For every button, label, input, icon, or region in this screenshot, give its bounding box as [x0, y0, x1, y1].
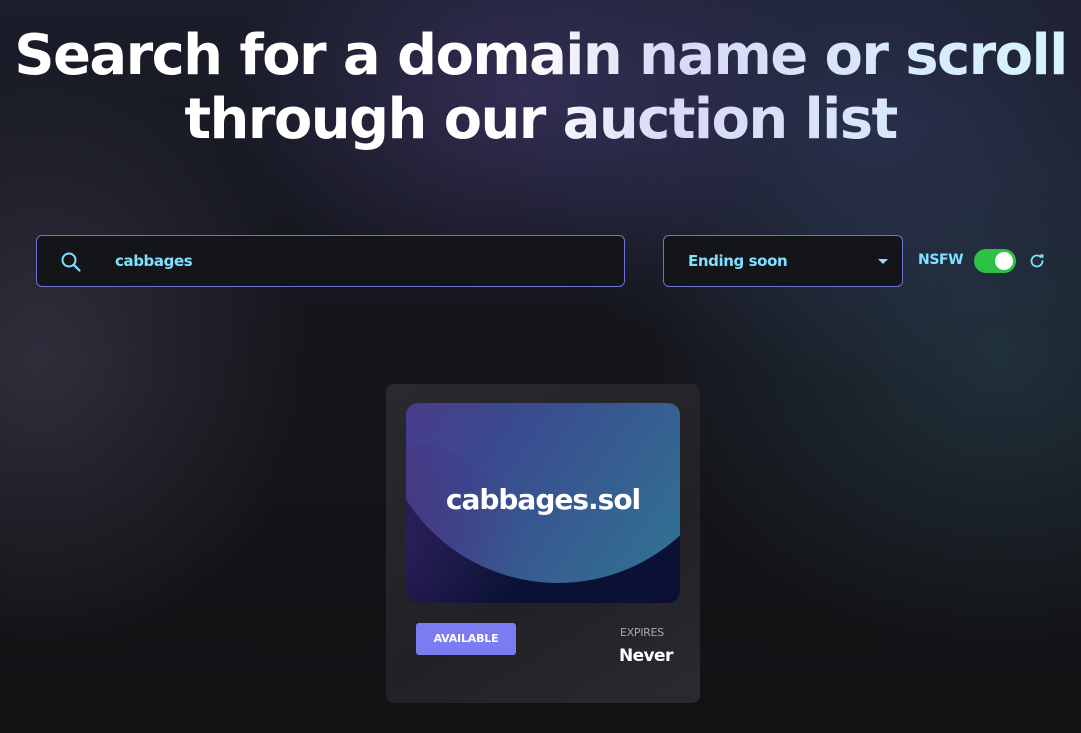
domain-name: cabbages.sol	[445, 483, 641, 516]
domain-card[interactable]: cabbages.sol AVAILABLE EXPIRES Never	[386, 384, 700, 703]
domain-search-input[interactable]	[115, 236, 605, 286]
status-badge: AVAILABLE	[416, 623, 516, 655]
domain-search-box[interactable]	[36, 235, 625, 287]
nsfw-label: NSFW	[918, 252, 964, 268]
caret-down-icon	[878, 259, 888, 264]
refresh-icon[interactable]	[1027, 251, 1047, 271]
toggle-knob	[995, 252, 1013, 270]
sort-select-value: Ending soon	[688, 252, 788, 270]
headline-line-2: through our auction list	[184, 87, 897, 152]
headline-line-1: Search for a domain name or scroll	[14, 23, 1067, 88]
domain-card-image[interactable]: cabbages.sol	[406, 403, 680, 603]
search-icon	[59, 250, 83, 274]
page-headline: Search for a domain name or scroll throu…	[0, 24, 1081, 152]
expires-value: Never	[619, 646, 673, 666]
nsfw-toggle[interactable]	[974, 249, 1016, 273]
sort-select[interactable]: Ending soon	[663, 235, 903, 287]
expires-label: EXPIRES	[620, 626, 664, 639]
